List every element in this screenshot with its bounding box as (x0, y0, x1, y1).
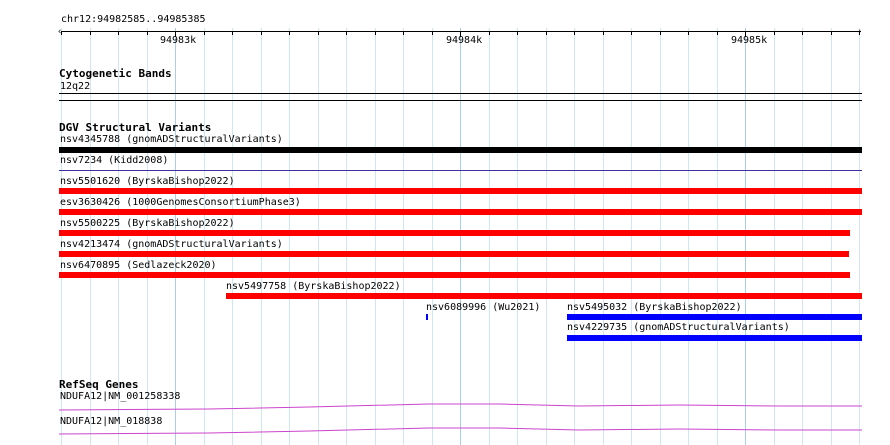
cytoband-bar-bottom (59, 100, 862, 101)
grid-line (204, 28, 205, 445)
dgv-track-title[interactable]: DGV Structural Variants (59, 121, 211, 134)
grid-line (859, 28, 860, 445)
variant-feature-nsv7234[interactable] (59, 170, 862, 171)
variant-feature-nsv5495032[interactable] (567, 314, 862, 320)
variant-feature-nsv5501620[interactable] (59, 188, 862, 194)
grid-line (375, 28, 376, 445)
refseq-track-title[interactable]: RefSeq Genes (59, 378, 138, 391)
ruler-tick (118, 31, 119, 35)
ruler-tick (774, 31, 775, 35)
grid-line (688, 28, 689, 445)
grid-line (289, 28, 290, 445)
gene-line (58, 403, 862, 411)
variant-label: nsv4229735 (gnomADStructuralVariants) (567, 322, 790, 333)
grid-line (432, 28, 433, 445)
ruler-tick (346, 31, 347, 35)
variant-label: nsv5500225 (ByrskaBishop2022) (60, 218, 235, 229)
grid-line (574, 28, 575, 445)
grid-line (631, 28, 632, 445)
grid-line (261, 28, 262, 445)
ruler-tick (546, 31, 547, 35)
variant-label: nsv5497758 (ByrskaBishop2022) (226, 281, 401, 292)
grid-line (831, 28, 832, 445)
grid-line (346, 28, 347, 445)
ruler-tick (517, 31, 518, 35)
variant-feature-nsv5500225[interactable] (59, 230, 850, 236)
variant-label: nsv6089996 (Wu2021) (426, 302, 541, 313)
ruler-axis (61, 31, 861, 32)
grid-line (403, 28, 404, 445)
variant-label: nsv7234 (Kidd2008) (60, 155, 169, 166)
ruler-tick (717, 31, 718, 35)
variant-label: nsv5495032 (ByrskaBishop2022) (567, 302, 742, 313)
variant-label: nsv5501620 (ByrskaBishop2022) (60, 176, 235, 187)
ruler-tick (90, 31, 91, 35)
ruler-tick-label: 94984k (446, 35, 483, 46)
ruler-tick (859, 31, 860, 35)
grid-line (774, 28, 775, 445)
grid-line (147, 28, 148, 445)
ruler-tick (660, 31, 661, 35)
grid-line (802, 28, 803, 445)
ruler-tick (574, 31, 575, 35)
variant-feature-nsv4229735[interactable] (567, 335, 862, 341)
grid-line (546, 28, 547, 445)
variant-label: nsv6470895 (Sedlazeck2020) (60, 260, 217, 271)
ruler-tick (631, 31, 632, 35)
grid-line (460, 28, 461, 445)
variant-feature-nsv4213474[interactable] (59, 251, 849, 257)
ruler-tick (232, 31, 233, 35)
gene-label: NDUFA12|NM_001258338 (60, 391, 181, 402)
cytoband-bar[interactable] (59, 93, 862, 94)
ruler-tick (603, 31, 604, 35)
gene-line (58, 427, 862, 435)
grid-line (717, 28, 718, 445)
grid-line (232, 28, 233, 445)
grid-line (489, 28, 490, 445)
grid-line (318, 28, 319, 445)
variant-feature-nsv4345788[interactable] (59, 147, 862, 153)
ruler-tick (204, 31, 205, 35)
grid-line (175, 28, 176, 445)
ruler-tick (403, 31, 404, 35)
ruler-tick (61, 31, 62, 35)
ruler-tick (489, 31, 490, 35)
ruler-tick (802, 31, 803, 35)
grid-line (745, 28, 746, 445)
ruler-tick (261, 31, 262, 35)
variant-feature-nsv6470895[interactable] (59, 272, 850, 278)
grid-line (517, 28, 518, 445)
variant-feature-nsv5497758[interactable] (226, 293, 862, 299)
ruler-tick (318, 31, 319, 35)
variant-label: nsv4213474 (gnomADStructuralVariants) (60, 239, 283, 250)
gene-feature-NM_001258338[interactable] (58, 402, 862, 412)
cytoband-track-title[interactable]: Cytogenetic Bands (59, 67, 172, 80)
cytoband-label: 12q22 (60, 81, 91, 92)
ruler-tick (147, 31, 148, 35)
ruler-tick (289, 31, 290, 35)
variant-label: esv3630426 (1000GenomesConsortiumPhase3) (60, 197, 301, 208)
ruler-tick-label: 94985k (731, 35, 768, 46)
ruler-tick (688, 31, 689, 35)
variant-feature-nsv6089996[interactable] (426, 314, 428, 320)
variant-feature-esv3630426[interactable] (59, 209, 862, 215)
region-label: chr12:94982585..94985385 (61, 14, 206, 25)
variant-label: nsv4345788 (gnomADStructuralVariants) (60, 134, 283, 145)
grid-line (660, 28, 661, 445)
ruler-tick (831, 31, 832, 35)
gene-feature-NM_018838[interactable] (58, 426, 862, 436)
ruler-tick (432, 31, 433, 35)
grid-line (603, 28, 604, 445)
ruler-tick (375, 31, 376, 35)
ruler-tick-label: 94983k (160, 35, 197, 46)
genome-browser-view[interactable]: chr12:94982585..94985385 ‹ › 94983k 9498… (0, 0, 890, 445)
